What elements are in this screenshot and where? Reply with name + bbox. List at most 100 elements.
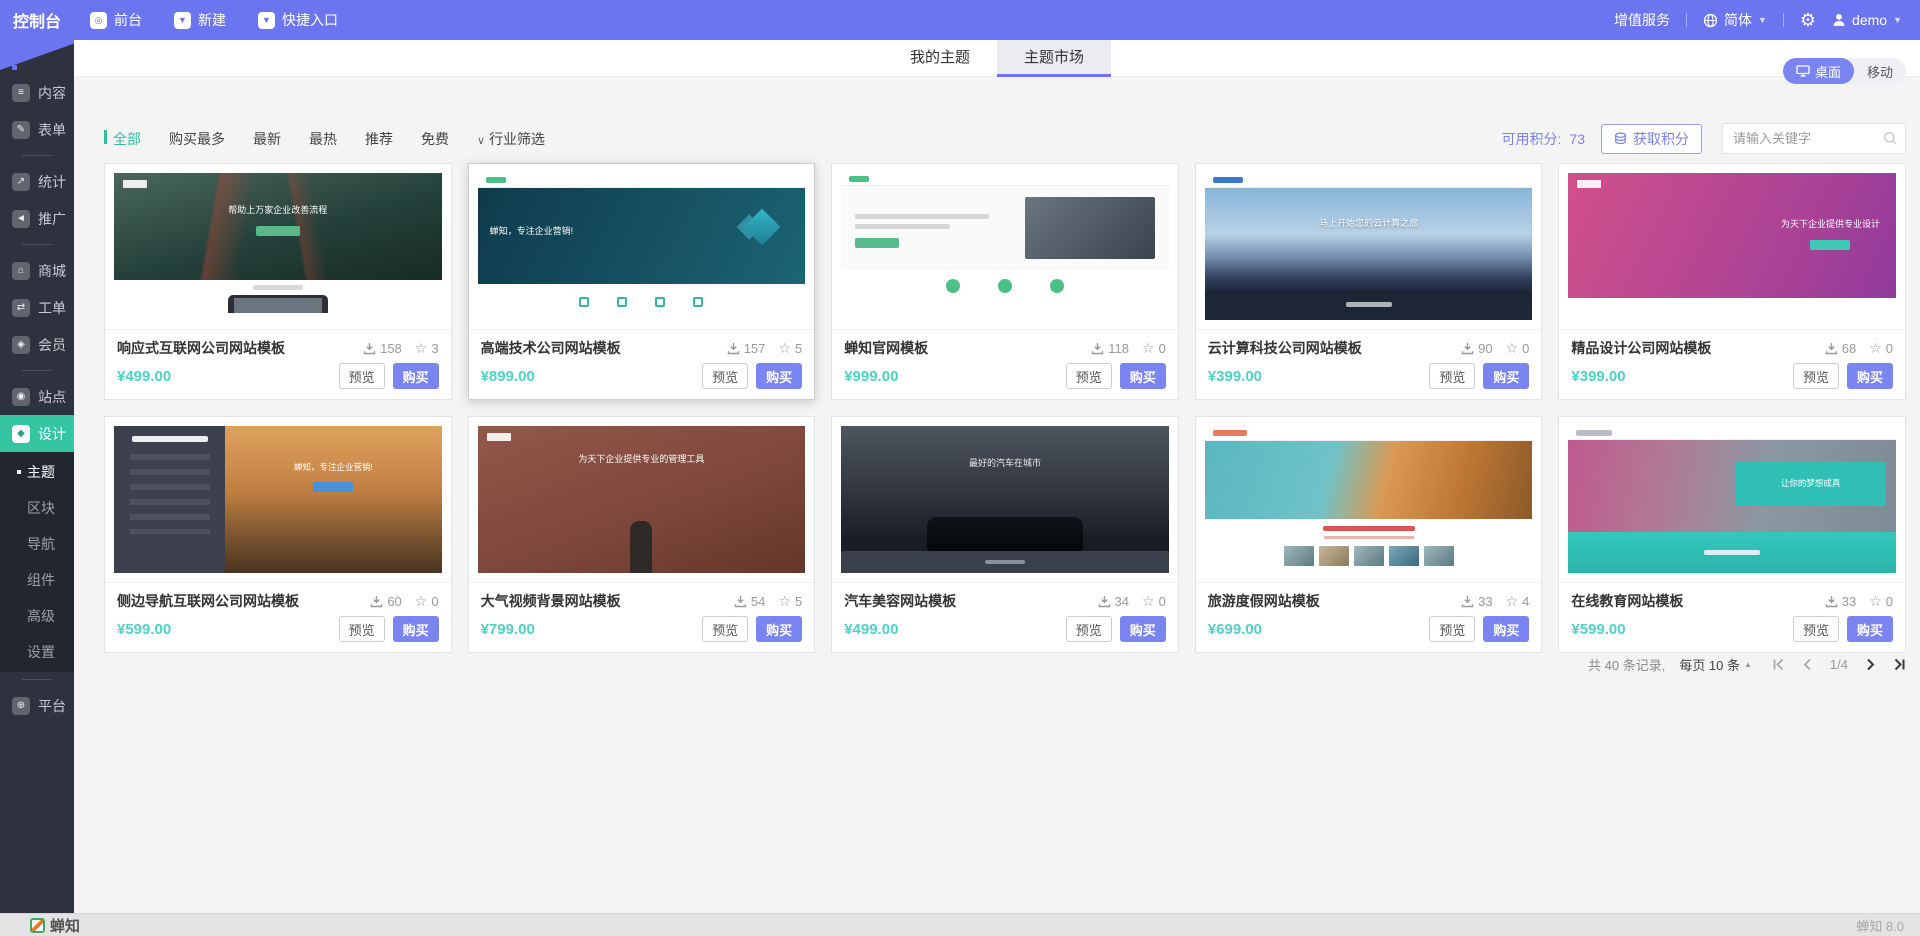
preview-button[interactable]: 预览 <box>339 616 385 642</box>
theme-thumbnail[interactable] <box>1205 426 1533 573</box>
buy-button[interactable]: 购买 <box>756 616 802 642</box>
submenu-item-2[interactable]: 区块 <box>0 490 74 526</box>
sidebar-item-label: 设计 <box>38 424 66 444</box>
buy-button[interactable]: 购买 <box>1847 616 1893 642</box>
user-menu[interactable]: demo ▼ <box>1832 12 1902 28</box>
get-points-button[interactable]: 获取积分 <box>1601 124 1702 154</box>
submenu-item-5[interactable]: 高级 <box>0 598 74 634</box>
sidebar: ≡内容✎表单 ↗统计◄推广 ⌂商城⇄工单◈会员 ◉站点◆设计 主题区块导航组件高级设置… <box>0 40 74 913</box>
thumbnail-decor <box>855 224 950 229</box>
star-number: 0 <box>1886 341 1893 356</box>
buy-button[interactable]: 购买 <box>393 616 439 642</box>
sidebar-item-design[interactable]: ◆设计 <box>0 415 74 452</box>
sidebar-item-promotion[interactable]: ◄推广 <box>0 200 74 237</box>
sidebar-item-member[interactable]: ◈会员 <box>0 326 74 363</box>
star-icon: ☆ <box>1506 341 1519 355</box>
theme-title: 响应式互联网公司网站模板 <box>117 338 285 358</box>
buy-button[interactable]: 购买 <box>1483 616 1529 642</box>
filter-item-2[interactable]: 购买最多 <box>169 129 225 149</box>
desktop-view-button[interactable]: 桌面 <box>1783 58 1854 84</box>
theme-thumbnail[interactable] <box>841 173 1169 320</box>
theme-card: 最好的汽车在城市 汽车美容网站模板 34 ☆ 0 <box>831 416 1179 653</box>
search-input[interactable] <box>1722 123 1906 154</box>
thumbnail-decor <box>478 173 806 188</box>
thumbnail-decor <box>1319 546 1349 566</box>
submenu-item-1[interactable]: 主题 <box>0 454 74 490</box>
sidebar-item-shop[interactable]: ⌂商城 <box>0 252 74 289</box>
submenu-item-6[interactable]: 设置 <box>0 634 74 670</box>
value-added-services-link[interactable]: 增值服务 <box>1614 10 1670 30</box>
last-page-button[interactable] <box>1893 658 1906 671</box>
sidebar-item-stats[interactable]: ↗统计 <box>0 163 74 200</box>
submenu-item-4[interactable]: 组件 <box>0 562 74 598</box>
sidebar-item-ticket[interactable]: ⇄工单 <box>0 289 74 326</box>
tab-my-themes[interactable]: 我的主题 <box>883 40 997 76</box>
industry-filter-dropdown[interactable]: ∨行业筛选 <box>477 129 545 149</box>
filter-item-3[interactable]: 最新 <box>253 129 281 149</box>
topbar-item-quick-entry[interactable]: ▼快捷入口 <box>258 10 338 30</box>
user-icon <box>1832 13 1846 27</box>
filter-item-5[interactable]: 推荐 <box>365 129 393 149</box>
settings-gear-icon[interactable]: ⚙ <box>1800 11 1816 29</box>
sidebar-item-form[interactable]: ✎表单 <box>0 111 74 148</box>
mobile-view-button[interactable]: 移动 <box>1854 58 1906 84</box>
thumbnail-decor <box>841 551 1169 573</box>
footer-logo-label: 蝉知 <box>50 915 80 936</box>
filter-item-6[interactable]: 免费 <box>421 129 449 149</box>
thumbnail-decor <box>1050 279 1064 293</box>
thumbnail-decor <box>1025 197 1155 259</box>
caret-up-icon: ▲ <box>1744 660 1752 669</box>
topbar-menu: ◎前台 ▼新建 ▼快捷入口 <box>90 10 338 30</box>
tab-theme-market[interactable]: 主题市场 <box>997 40 1111 76</box>
theme-thumbnail[interactable]: 最好的汽车在城市 <box>841 426 1169 573</box>
preview-button[interactable]: 预览 <box>1793 363 1839 389</box>
thumbnail-decor <box>841 186 1169 270</box>
buy-button[interactable]: 购买 <box>1120 363 1166 389</box>
buy-button[interactable]: 购买 <box>1120 616 1166 642</box>
next-page-button[interactable] <box>1864 658 1877 671</box>
buy-button[interactable]: 购买 <box>756 363 802 389</box>
theme-thumbnail[interactable]: 帮助上万家企业改善流程 <box>114 173 442 320</box>
theme-thumbnail[interactable]: 为天下企业提供专业的管理工具 <box>478 426 806 573</box>
star-icon: ☆ <box>1142 594 1155 608</box>
theme-thumbnail[interactable]: 蝉知，专注企业营销! <box>114 426 442 573</box>
topbar-item-frontend[interactable]: ◎前台 <box>90 10 142 30</box>
sidebar-item-platform[interactable]: ⊕ 平台 <box>0 687 74 724</box>
sidebar-item-content[interactable]: ≡内容 <box>0 74 74 111</box>
preview-button[interactable]: 预览 <box>1429 616 1475 642</box>
theme-thumbnail[interactable]: 蝉知，专注企业营销! <box>478 173 806 320</box>
language-menu[interactable]: 简体 ▼ <box>1703 10 1767 30</box>
preview-button[interactable]: 预览 <box>339 363 385 389</box>
download-icon <box>1091 342 1104 355</box>
preview-button[interactable]: 预览 <box>1793 616 1839 642</box>
theme-title: 汽车美容网站模板 <box>844 591 956 611</box>
filter-item-4[interactable]: 最热 <box>309 129 337 149</box>
theme-stats: 158 ☆ 3 <box>363 341 439 356</box>
download-number: 54 <box>751 594 765 609</box>
topbar-item-create[interactable]: ▼新建 <box>174 10 226 30</box>
buy-button[interactable]: 购买 <box>1483 363 1529 389</box>
first-page-button[interactable] <box>1772 658 1785 671</box>
app-logo[interactable]: 控制台 <box>0 8 74 32</box>
divider <box>22 679 52 680</box>
buy-button[interactable]: 购买 <box>393 363 439 389</box>
download-number: 68 <box>1842 341 1856 356</box>
per-page-selector[interactable]: 每页 10 条 ▲ <box>1679 655 1752 674</box>
theme-thumbnail[interactable]: 为天下企业提供专业设计 <box>1568 173 1896 320</box>
last-page-icon <box>1893 658 1906 671</box>
theme-stats: 90 ☆ 0 <box>1461 341 1529 356</box>
preview-button[interactable]: 预览 <box>702 616 748 642</box>
preview-button[interactable]: 预览 <box>1066 363 1112 389</box>
theme-thumbnail[interactable]: 马上开始您的云计算之旅 <box>1205 173 1533 320</box>
theme-thumbnail[interactable]: 让你的梦想成真 <box>1568 426 1896 573</box>
sidebar-item-site[interactable]: ◉站点 <box>0 378 74 415</box>
preview-button[interactable]: 预览 <box>702 363 748 389</box>
preview-button[interactable]: 预览 <box>1066 616 1112 642</box>
buy-button[interactable]: 购买 <box>1847 363 1893 389</box>
preview-button[interactable]: 预览 <box>1429 363 1475 389</box>
prev-page-button[interactable] <box>1801 658 1814 671</box>
chanzhi-footer-logo[interactable]: 蝉知 <box>30 915 80 936</box>
submenu-item-3[interactable]: 导航 <box>0 526 74 562</box>
platform-icon: ⊕ <box>12 697 30 715</box>
filter-item-1[interactable]: 全部 <box>104 129 141 149</box>
